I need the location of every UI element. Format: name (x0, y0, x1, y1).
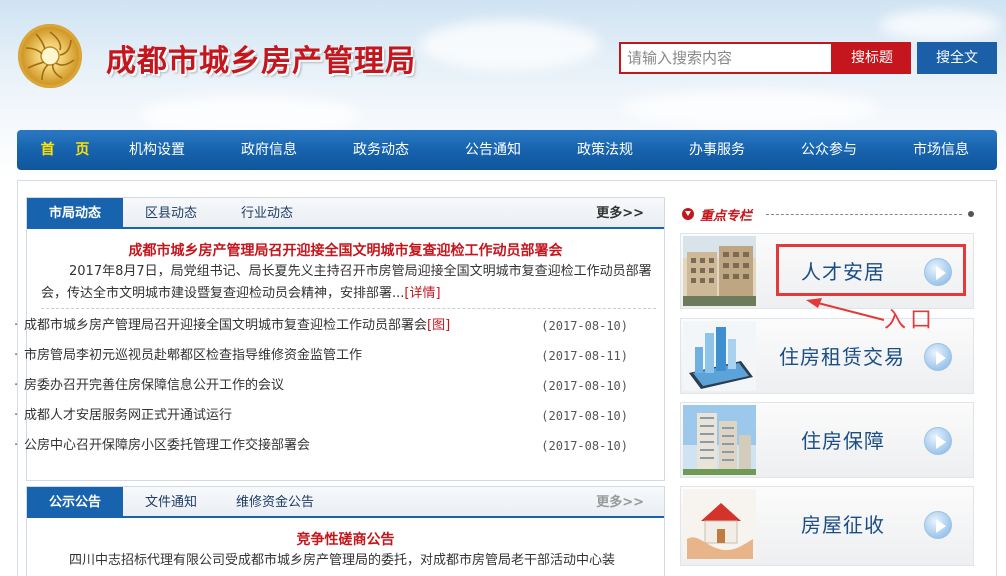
site-title[interactable]: 成都市城乡房产管理局 (106, 36, 416, 80)
news-item-date: (2017-08-11) (541, 349, 628, 363)
sidebar-heading-label: 重点专栏 (700, 209, 753, 224)
building-photo-icon (683, 236, 756, 306)
news-item-date: (2017-08-10) (541, 409, 628, 423)
sun-bird-emblem-icon (25, 31, 75, 81)
news-summary: 2017年8月7日，局党组书记、局长夏先义主持召开市房管局迎接全国文明城市复查迎… (41, 261, 656, 305)
sidebar-item-label: 房屋征收 (801, 513, 885, 537)
news-list-item[interactable]: · 房委办召开完善住房保障信息公开工作的会议 (2017-08-10) (14, 371, 634, 401)
bullet-icon: · (14, 348, 19, 363)
nav-item-home[interactable]: 首 页 (19, 130, 119, 170)
house-in-hands-thumbnail (683, 489, 756, 559)
bullet-icon: · (14, 318, 19, 333)
news-tabbar: 市局动态 区县动态 行业动态 更多>> (27, 198, 664, 229)
divider (41, 308, 656, 309)
nav-item-market-info[interactable]: 市场信息 (891, 130, 991, 170)
cloud-decoration (420, 20, 600, 70)
main-nav: 首 页 机构设置 政府信息 政务动态 公告通知 政策法规 办事服务 公众参与 市… (17, 130, 997, 170)
news-summary-text: 2017年8月7日，局党组书记、局长夏先义主持召开市房管局迎接全国文明城市复查迎… (41, 264, 652, 301)
bullet-icon: · (14, 438, 19, 453)
news-item-date: (2017-08-10) (541, 319, 628, 333)
nav-item-gov-info[interactable]: 政府信息 (219, 130, 319, 170)
play-circle-icon[interactable] (924, 427, 952, 455)
news-detail-link[interactable]: [详情] (404, 286, 440, 301)
sidebar-item-housing-security[interactable]: 住房保障 (680, 402, 974, 478)
sidebar-item-house-expropriation[interactable]: 房屋征收 (680, 486, 974, 566)
tower-building-icon (683, 405, 756, 475)
bullet-icon: · (14, 378, 19, 393)
search-input[interactable]: 请输入搜索内容 (619, 42, 833, 74)
news-list-item[interactable]: · 市房管局李初元巡视员赴郫都区检查指导维修资金监管工作 (2017-08-11… (14, 341, 634, 371)
tab-industry-news[interactable]: 行业动态 (219, 198, 315, 229)
news-item-date: (2017-08-10) (541, 439, 628, 453)
search-full-text-button[interactable]: 搜全文 (917, 42, 997, 74)
nav-item-services[interactable]: 办事服务 (667, 130, 767, 170)
tab-document-notices[interactable]: 文件通知 (123, 487, 219, 518)
annotation-arrow-icon (806, 298, 885, 321)
house-in-hands-icon (683, 489, 756, 559)
bullet-icon: · (14, 408, 19, 423)
notice-headline[interactable]: 竞争性磋商公告 (27, 529, 664, 549)
annotation-highlight-box (776, 244, 966, 296)
divider (766, 214, 962, 215)
play-circle-icon[interactable] (924, 511, 952, 539)
news-list-item[interactable]: · 成都人才安居服务网正式开通试运行 (2017-08-10) (14, 401, 634, 431)
news-list-item[interactable]: · 成都市城乡房产管理局召开迎接全国文明城市复查迎检工作动员部署会[图] (20… (14, 311, 634, 341)
news-item-title[interactable]: 房委办召开完善住房保障信息公开工作的会议 (24, 371, 284, 401)
news-item-title[interactable]: 市房管局李初元巡视员赴郫都区检查指导维修资金监管工作 (24, 341, 362, 371)
nav-item-gov-news[interactable]: 政务动态 (331, 130, 431, 170)
dot-icon (968, 211, 974, 217)
play-circle-icon[interactable] (924, 343, 952, 371)
chevron-down-circle-icon (682, 208, 694, 220)
news-headline[interactable]: 成都市城乡房产管理局召开迎接全国文明城市复查迎检工作动员部署会 (27, 240, 664, 260)
tablet-city-thumbnail (683, 321, 756, 391)
notice-more-link[interactable]: 更多>> (596, 487, 644, 518)
site-logo-emblem[interactable] (18, 24, 82, 88)
news-list-item[interactable]: · 公房中心召开保障房小区委托管理工作交接部署会 (2017-08-10) (14, 431, 634, 461)
notice-summary: 四川中志招标代理有限公司受成都市城乡房产管理局的委托，对成都市房管局老干部活动中… (69, 553, 616, 568)
tower-thumbnail (683, 405, 756, 475)
tab-public-notices[interactable]: 公示公告 (27, 487, 123, 518)
news-image-tag[interactable]: [图] (427, 318, 450, 333)
tab-maintenance-fund-notices[interactable]: 维修资金公告 (219, 487, 331, 518)
tab-district-news[interactable]: 区县动态 (123, 198, 219, 229)
tab-bureau-news[interactable]: 市局动态 (27, 198, 123, 229)
annotation-entry-label: 入口 (884, 308, 937, 333)
news-item-date: (2017-08-10) (541, 379, 628, 393)
notice-tabbar: 公示公告 文件通知 维修资金公告 更多>> (27, 487, 664, 518)
tablet-city-icon (683, 321, 756, 391)
news-more-link[interactable]: 更多>> (596, 198, 644, 229)
cloud-decoration (620, 90, 880, 126)
cloud-decoration (140, 95, 360, 135)
news-item-title[interactable]: 成都人才安居服务网正式开通试运行 (24, 401, 232, 431)
sidebar-heading: 重点专栏 (680, 203, 976, 225)
building-thumbnail (683, 236, 756, 306)
news-item-title[interactable]: 成都市城乡房产管理局召开迎接全国文明城市复查迎检工作动员部署会[图] (24, 311, 450, 341)
search-title-button[interactable]: 搜标题 (833, 42, 911, 74)
nav-item-notices[interactable]: 公告通知 (443, 130, 543, 170)
nav-item-organization[interactable]: 机构设置 (107, 130, 207, 170)
nav-item-public-participation[interactable]: 公众参与 (779, 130, 879, 170)
notice-panel: 公示公告 文件通知 维修资金公告 更多>> 竞争性磋商公告 四川中志招标代理有限… (26, 486, 665, 576)
nav-item-policies[interactable]: 政策法规 (555, 130, 655, 170)
sidebar-item-label: 住房租赁交易 (779, 345, 905, 369)
cloud-decoration (880, 10, 1000, 40)
sidebar-item-label: 住房保障 (801, 429, 885, 453)
news-item-title[interactable]: 公房中心召开保障房小区委托管理工作交接部署会 (24, 431, 310, 461)
